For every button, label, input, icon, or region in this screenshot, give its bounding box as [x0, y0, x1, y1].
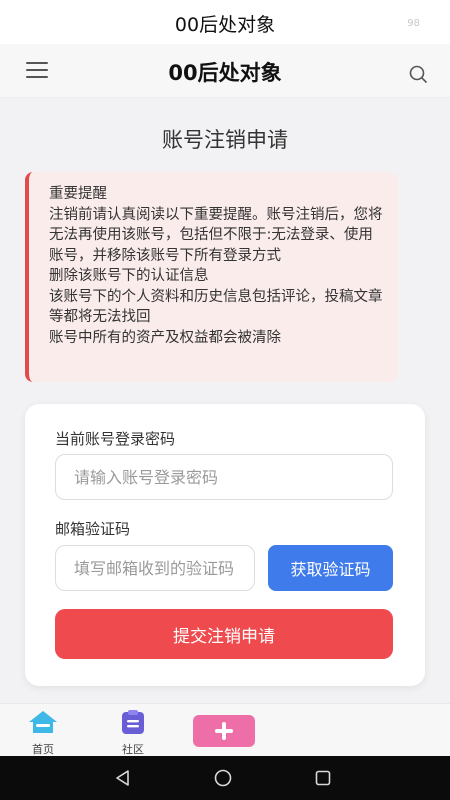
tab-community[interactable]: 社区 — [103, 709, 163, 757]
tab-community-label: 社区 — [122, 743, 144, 756]
bottom-tab-bar: 首页 社区 — [0, 703, 450, 756]
tab-home-label: 首页 — [32, 743, 54, 756]
notice-item: 删除该账号下的认证信息 — [49, 268, 209, 284]
system-nav-bar — [0, 756, 450, 800]
warning-notice: 重要提醒 注销前请认真阅读以下重要提醒。账号注销后，您将无法再使用该账号，包括但… — [25, 172, 398, 382]
notice-item: 该账号下的个人资料和历史信息包括评论，投稿文章等都将无法找回 — [49, 288, 383, 326]
password-label: 当前账号登录密码 — [55, 430, 176, 448]
submit-cancellation-button[interactable]: 提交注销申请 — [55, 609, 393, 659]
tab-home[interactable]: 首页 — [13, 709, 73, 757]
back-triangle-icon[interactable] — [113, 768, 133, 788]
app-title: 00后处对象 — [168, 61, 282, 85]
home-icon — [29, 711, 57, 733]
battery-level: 98 — [407, 18, 420, 29]
notice-body: 注销前请认真阅读以下重要提醒。账号注销后，您将无法再使用该账号，包括但不限于:无… — [49, 206, 383, 264]
search-icon[interactable] — [408, 64, 428, 84]
recent-square-icon[interactable] — [313, 768, 333, 788]
top-nav-bar: 00后处对象 — [0, 44, 450, 98]
status-bar-title: 00后处对象 — [174, 14, 276, 36]
get-code-button[interactable]: 获取验证码 — [268, 545, 393, 591]
clipboard-icon — [122, 710, 144, 734]
add-post-button[interactable] — [193, 715, 255, 747]
status-bar: 00后处对象 98 — [0, 0, 450, 44]
email-code-input[interactable] — [55, 545, 255, 591]
password-input[interactable] — [55, 454, 393, 500]
email-code-label: 邮箱验证码 — [55, 520, 131, 538]
cancellation-form: 当前账号登录密码 邮箱验证码 获取验证码 提交注销申请 — [25, 404, 425, 686]
home-circle-icon[interactable] — [213, 768, 233, 788]
page-title: 账号注销申请 — [162, 128, 288, 152]
notice-heading: 重要提醒 — [49, 186, 107, 202]
notice-item: 账号中所有的资产及权益都会被清除 — [49, 329, 281, 346]
